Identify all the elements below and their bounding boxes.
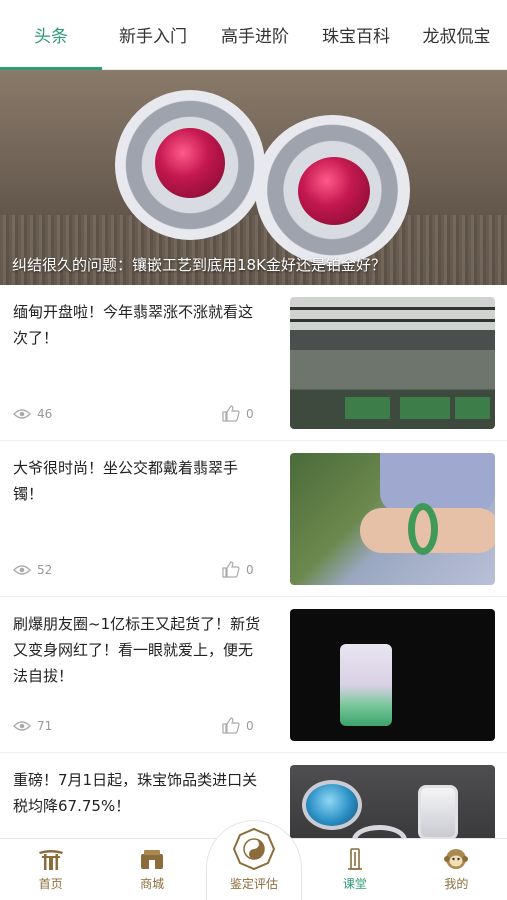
appraise-label: 鉴定评估	[229, 877, 278, 891]
eye-icon	[13, 721, 31, 731]
likes-value: 0	[246, 406, 254, 421]
category-tabs: 头条 新手入门 高手进阶 珠宝百科 龙叔侃宝	[0, 0, 507, 70]
article-title: 刷爆朋友圈~1亿标王又起货了！新货又变身网红了！看一眼就爱上，便无法自拔！	[13, 615, 261, 685]
nav-classroom-label: 课堂	[342, 877, 367, 891]
gate-icon	[38, 850, 63, 870]
views-value: 46	[37, 407, 53, 421]
like-button[interactable]: 0	[222, 717, 254, 734]
list-item[interactable]: 刷爆朋友圈~1亿标王又起货了！新货又变身网红了！看一眼就爱上，便无法自拔！ 71…	[0, 597, 507, 753]
views-value: 52	[37, 563, 53, 577]
nav-mall-label: 商城	[140, 877, 165, 891]
jade-bangle-photo	[290, 453, 495, 585]
nav-home-label: 首页	[38, 877, 63, 891]
views-count: 52	[13, 563, 52, 577]
shop-icon	[141, 850, 164, 869]
likes-value: 0	[246, 718, 254, 733]
tab-headlines[interactable]: 头条	[0, 0, 102, 70]
hero-banner[interactable]: 纠结很久的问题：镶嵌工艺到底用18K金好还是铂金好？	[0, 70, 507, 285]
article-title: 重磅！7月1日起，珠宝饰品类进口关税均降67.75%！	[13, 771, 258, 815]
nav-classroom[interactable]: 课堂	[304, 839, 405, 900]
likes-value: 0	[246, 562, 254, 577]
thumbs-up-icon	[222, 717, 240, 734]
article-title: 大爷很时尚！坐公交都戴着翡翠手镯！	[13, 459, 239, 503]
book-icon	[347, 848, 362, 870]
eye-icon	[13, 565, 31, 575]
bagua-icon	[232, 827, 276, 871]
like-button[interactable]: 0	[222, 561, 254, 578]
nav-mine-label: 我的	[444, 877, 469, 891]
tab-encyclopedia[interactable]: 珠宝百科	[306, 0, 406, 69]
thumbs-up-icon	[222, 405, 240, 422]
ruby-earring-right	[255, 115, 410, 265]
nav-mall[interactable]: 商城	[101, 839, 202, 900]
tab-uncle-long[interactable]: 龙叔侃宝	[406, 0, 507, 69]
monkey-face-icon	[444, 849, 469, 869]
nav-home[interactable]: 首页	[0, 839, 101, 900]
jade-market-photo	[290, 297, 495, 429]
ruby-earring-left	[115, 90, 265, 240]
views-count: 71	[13, 719, 52, 733]
app-root: 头条 新手入门 高手进阶 珠宝百科 龙叔侃宝 纠结很久的问题：镶嵌工艺到底用18…	[0, 0, 507, 900]
tab-advanced[interactable]: 高手进阶	[204, 0, 306, 69]
nav-mine[interactable]: 我的	[406, 839, 507, 900]
thumbs-up-icon	[222, 561, 240, 578]
hero-caption: 纠结很久的问题：镶嵌工艺到底用18K金好还是铂金好？	[12, 256, 386, 274]
views-count: 46	[13, 407, 52, 421]
article-title: 缅甸开盘啦！今年翡翠涨不涨就看这次了！	[13, 303, 254, 347]
list-item[interactable]: 缅甸开盘啦！今年翡翠涨不涨就看这次了！ 46 0	[0, 285, 507, 441]
jade-pendant-photo	[290, 609, 495, 741]
list-item[interactable]: 大爷很时尚！坐公交都戴着翡翠手镯！ 52 0	[0, 441, 507, 597]
views-value: 71	[37, 719, 53, 733]
eye-icon	[13, 409, 31, 419]
like-button[interactable]: 0	[222, 405, 254, 422]
article-feed: 缅甸开盘啦！今年翡翠涨不涨就看这次了！ 46 0 大爷很时尚！坐公交都戴着翡翠手…	[0, 285, 507, 900]
tab-beginner[interactable]: 新手入门	[102, 0, 204, 69]
